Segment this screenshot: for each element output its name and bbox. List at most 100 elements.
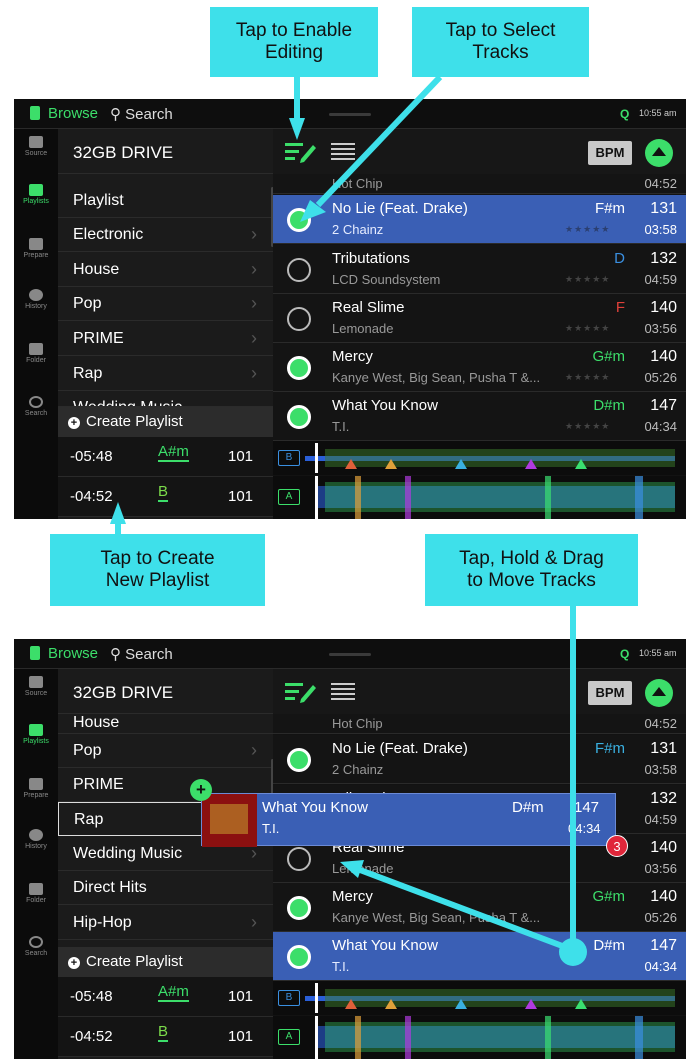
playlist-item[interactable]: Playlist [58, 184, 273, 218]
rail-playlists[interactable]: Playlists [14, 181, 58, 223]
rail-label: Source [24, 690, 48, 697]
rail-search[interactable]: Search [14, 393, 58, 435]
deck-b-tag[interactable]: B [278, 450, 300, 466]
deck-b-tag[interactable]: B [278, 990, 300, 1006]
select-checkbox[interactable] [287, 356, 311, 380]
track-artist: Hot Chip [332, 176, 383, 191]
rail-source[interactable]: Source [14, 133, 58, 175]
track-key: D#m [593, 397, 625, 414]
rating-stars[interactable]: ★★★★★ [565, 421, 610, 432]
browse-tab[interactable]: Browse [30, 645, 98, 662]
track-row[interactable]: No Lie (Feat. Drake) 2 Chainz F#m 131 03:58 [273, 735, 686, 784]
list-view-icon[interactable] [331, 682, 355, 702]
select-checkbox[interactable] [287, 945, 311, 969]
playlist-label: Pop [73, 295, 102, 312]
playlist-panel: 32GB DRIVE Playlist Electronic › House › P… [58, 129, 273, 519]
waveform-deck-b[interactable]: B [273, 441, 686, 475]
rail-history[interactable]: History [14, 286, 58, 328]
playlist-item[interactable]: Pop › [58, 734, 273, 768]
browse-tab[interactable]: Browse [30, 105, 98, 122]
screen-drag-mode: Browse ⚲ Search Q 10:55 am Source Playli… [14, 639, 686, 1059]
rating-stars[interactable]: ★★★★★ [565, 224, 610, 235]
waveform-deck-a[interactable]: A [273, 476, 686, 519]
rail-label: Folder [26, 357, 46, 364]
track-row[interactable]: No Lie (Feat. Drake) 2 Chainz F#m 131 ★★★★★ 0… [273, 195, 686, 244]
bpm-sort-button[interactable]: BPM [588, 681, 632, 705]
drag-ghost-track[interactable]: What You Know T.I. D#m 147 04:34 [201, 793, 616, 847]
create-playlist-button[interactable]: + Create Playlist [58, 407, 273, 437]
playlist-label: Hip-Hop [73, 914, 132, 931]
deck-key: B [158, 483, 169, 502]
rail-history[interactable]: History [14, 826, 58, 868]
create-playlist-button[interactable]: + Create Playlist [58, 947, 273, 977]
track-row[interactable]: What You Know T.I. D#m 147 04:34 [273, 932, 686, 981]
prepare-icon [29, 778, 43, 790]
select-checkbox[interactable] [287, 258, 311, 282]
rail-folder[interactable]: Folder [14, 340, 58, 382]
search-tab[interactable]: ⚲ Search [110, 645, 173, 663]
track-length: 04:52 [644, 716, 677, 731]
playlist-item[interactable]: Pop › [58, 287, 273, 321]
drag-handle[interactable] [329, 653, 371, 656]
track-title: No Lie (Feat. Drake) [332, 740, 468, 757]
clock: 10:55 am [639, 648, 677, 658]
track-row[interactable]: Tributations LCD Soundsystem D 132 ★★★★★ 04:5… [273, 245, 686, 294]
drive-title: 32GB DRIVE [58, 669, 273, 714]
deck-a-tag[interactable]: A [278, 489, 300, 505]
playlist-item[interactable]: House › [58, 253, 273, 287]
deck-time: -04:52 [70, 1028, 113, 1045]
track-row[interactable]: Hot Chip 04:52 [273, 714, 686, 734]
track-row[interactable]: Hot Chip 04:52 [273, 174, 686, 194]
playlist-item[interactable]: Rap › [58, 357, 273, 391]
edit-list-icon[interactable] [285, 681, 317, 703]
edit-list-icon[interactable] [285, 141, 317, 163]
rating-stars[interactable]: ★★★★★ [565, 274, 610, 285]
track-artist: Kanye West, Big Sean, Pusha T &... [332, 370, 541, 385]
waveform-deck-a[interactable]: A [273, 1016, 686, 1059]
playlist-icon [29, 724, 43, 736]
track-panel: BPM Hot Chip 04:52 No Lie (Feat. Drake) 2 … [273, 129, 686, 519]
bpm-sort-button[interactable]: BPM [588, 141, 632, 165]
track-row[interactable]: Real Slime Lemonade F 140 ★★★★★ 03:56 [273, 294, 686, 343]
sort-direction-button[interactable] [645, 139, 673, 167]
rail-prepare[interactable]: Prepare [14, 235, 58, 277]
track-row[interactable]: Mercy Kanye West, Big Sean, Pusha T &... G… [273, 343, 686, 392]
deck-a-tag[interactable]: A [278, 1029, 300, 1045]
rail-folder[interactable]: Folder [14, 880, 58, 922]
track-artist: Lemonade [332, 321, 394, 336]
playlist-item[interactable]: Hip-Hop › [58, 906, 273, 940]
sort-direction-button[interactable] [645, 679, 673, 707]
select-checkbox[interactable] [287, 748, 311, 772]
rail-prepare[interactable]: Prepare [14, 775, 58, 817]
drag-title: What You Know [262, 799, 368, 816]
playlist-item[interactable]: Wedding Music [58, 391, 273, 407]
playlist-item[interactable]: Direct Hits [58, 871, 273, 905]
select-checkbox[interactable] [287, 307, 311, 331]
playlist-label: Playlist [73, 192, 124, 209]
rating-stars[interactable]: ★★★★★ [565, 323, 610, 334]
track-row[interactable]: Mercy Kanye West, Big Sean, Pusha T &... G… [273, 883, 686, 932]
playlist-item[interactable]: House [58, 714, 273, 734]
playlist-item[interactable]: PRIME › [58, 322, 273, 356]
list-view-icon[interactable] [331, 142, 355, 162]
select-checkbox[interactable] [287, 847, 311, 871]
rail-source[interactable]: Source [14, 673, 58, 715]
waveform-deck-b[interactable]: B [273, 981, 686, 1015]
select-checkbox[interactable] [287, 405, 311, 429]
track-row[interactable]: What You Know T.I. D#m 147 ★★★★★ 04:34 [273, 392, 686, 441]
rail-playlists[interactable]: Playlists [14, 721, 58, 763]
playlist-label: Rap [74, 811, 104, 828]
search-tab[interactable]: ⚲ Search [110, 105, 173, 123]
rating-stars[interactable]: ★★★★★ [565, 372, 610, 383]
playlist-item[interactable]: Electronic › [58, 218, 273, 252]
select-checkbox[interactable] [287, 896, 311, 920]
select-checkbox[interactable] [287, 208, 311, 232]
rail-search[interactable]: Search [14, 933, 58, 975]
track-artist: 2 Chainz [332, 762, 384, 777]
callout-enable-editing: Tap to Enable Editing [210, 7, 378, 77]
drag-handle[interactable] [329, 113, 371, 116]
playlist-label: Wedding Music [73, 399, 182, 406]
deck-b-info: -05:48 A#m 101 [58, 437, 273, 477]
search-label: Search [125, 106, 173, 123]
track-toolbar: BPM [273, 669, 686, 714]
